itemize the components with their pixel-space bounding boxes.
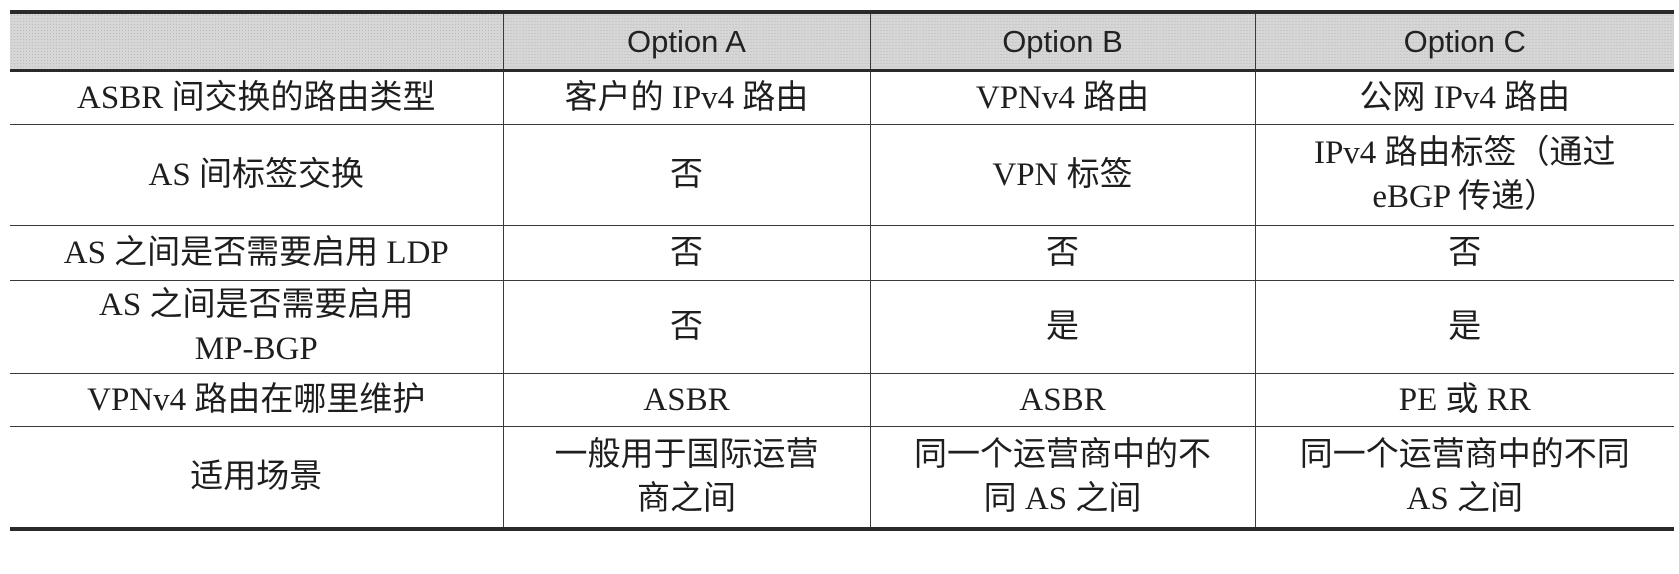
table-row: AS 之间是否需要启用 MP-BGP 否 是 是 — [10, 280, 1674, 374]
cell-option-b: 同一个运营商中的不同 AS 之间 — [869, 426, 1256, 531]
cell-option-b: 否 — [869, 225, 1256, 281]
table-body: ASBR 间交换的路由类型 客户的 IPv4 路由 VPNv4 路由 公网 IP… — [10, 70, 1674, 531]
row-label: 适用场景 — [10, 426, 504, 531]
table-header: Option A Option B Option C — [10, 10, 1674, 72]
cell-option-c: IPv4 路由标签（通过 eBGP 传递） — [1254, 124, 1674, 226]
cell-option-b: 是 — [869, 280, 1256, 374]
cell-option-c: 同一个运营商中的不同 AS 之间 — [1254, 426, 1674, 531]
cell-option-a: 否 — [502, 280, 871, 374]
row-label: AS 之间是否需要启用 MP-BGP — [10, 280, 504, 374]
cell-option-a: 客户的 IPv4 路由 — [502, 70, 871, 125]
cell-option-b: VPN 标签 — [869, 124, 1256, 226]
cell-option-b: ASBR — [869, 373, 1256, 427]
cell-option-a: 否 — [502, 124, 871, 226]
row-label: VPNv4 路由在哪里维护 — [10, 373, 504, 427]
table-row: ASBR 间交换的路由类型 客户的 IPv4 路由 VPNv4 路由 公网 IP… — [10, 70, 1674, 125]
table-row: AS 之间是否需要启用 LDP 否 否 否 — [10, 225, 1674, 281]
cell-option-c: 否 — [1254, 225, 1674, 281]
cell-option-c: 公网 IPv4 路由 — [1254, 70, 1674, 125]
cell-option-c: PE 或 RR — [1254, 373, 1674, 427]
row-label: AS 间标签交换 — [10, 124, 504, 226]
header-option-a: Option A — [502, 10, 871, 72]
cell-option-a: 否 — [502, 225, 871, 281]
comparison-table: Option A Option B Option C ASBR 间交换的路由类型… — [10, 10, 1674, 531]
row-label: ASBR 间交换的路由类型 — [10, 70, 504, 125]
header-blank — [10, 10, 504, 72]
table-row: 适用场景 一般用于国际运营商之间 同一个运营商中的不同 AS 之间 同一个运营商… — [10, 426, 1674, 531]
header-row: Option A Option B Option C — [10, 10, 1674, 72]
table-row: AS 间标签交换 否 VPN 标签 IPv4 路由标签（通过 eBGP 传递） — [10, 124, 1674, 226]
cell-option-a: ASBR — [502, 373, 871, 427]
cell-option-b: VPNv4 路由 — [869, 70, 1256, 125]
cell-option-c: 是 — [1254, 280, 1674, 374]
cell-option-a: 一般用于国际运营商之间 — [502, 426, 871, 531]
header-option-c: Option C — [1254, 10, 1674, 72]
header-option-b: Option B — [869, 10, 1256, 72]
table-row: VPNv4 路由在哪里维护 ASBR ASBR PE 或 RR — [10, 373, 1674, 427]
row-label: AS 之间是否需要启用 LDP — [10, 225, 504, 281]
